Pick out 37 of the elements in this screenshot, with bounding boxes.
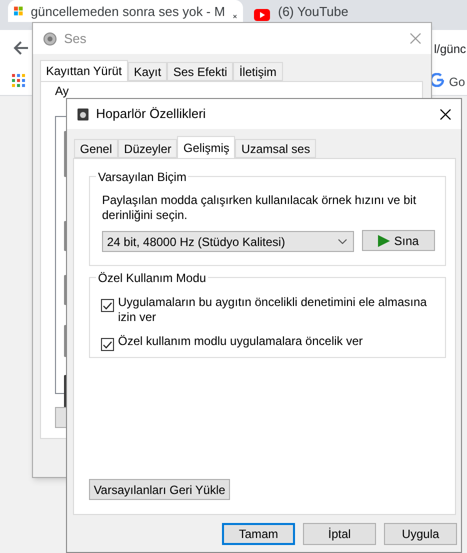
apps-grid-icon[interactable] <box>12 74 25 87</box>
chevron-down-icon <box>338 239 347 244</box>
window-title: Ses <box>64 30 86 48</box>
address-text[interactable]: l/günc <box>434 40 466 58</box>
dialog-button[interactable]: Uygula <box>384 523 457 545</box>
speaker-box-icon <box>77 108 89 120</box>
tab[interactable]: Kayıt <box>128 62 168 81</box>
tab[interactable]: İletişim <box>233 62 283 81</box>
description-text: Paylaşılan modda çalışırken kullanılacak örnek hızını ve bit derinliğini seçin. <box>102 193 418 223</box>
tab[interactable]: Uzamsal ses <box>235 139 316 158</box>
play-icon <box>378 234 390 246</box>
checkbox[interactable] <box>101 299 114 312</box>
dialog-button[interactable]: İptal <box>303 523 376 545</box>
tab[interactable]: Genel <box>74 139 118 158</box>
speaker-icon <box>43 32 57 46</box>
tab-title: (6) YouTube <box>278 2 348 21</box>
restore-defaults-button[interactable]: Varsayılanları Geri Yükle <box>89 479 230 500</box>
checkbox-label: Özel kullanım modlu uygulamalara öncelik ver <box>118 334 363 349</box>
bookmark-label[interactable]: Go <box>449 73 466 91</box>
play-icon <box>254 9 270 21</box>
google-g-icon <box>430 73 444 87</box>
checkbox-label: Uygulamaların bu aygıtın öncelikli denetimini ele almasına izin ver <box>118 295 428 325</box>
tab-title: güncellemeden sonra ses yok - M <box>30 2 226 21</box>
close-icon[interactable] <box>440 108 451 120</box>
checkbox[interactable] <box>101 338 114 351</box>
test-button[interactable]: Sına <box>362 230 435 251</box>
tab[interactable]: Kayıttan Yürüt <box>40 60 128 81</box>
back-arrow-icon[interactable] <box>13 40 29 56</box>
window-title: Hoparlör Özellikleri <box>96 105 206 124</box>
format-dropdown[interactable]: 24 bit, 48000 Hz (Stüdyo Kalitesi) <box>102 231 354 252</box>
instruction-text: Ay <box>55 84 69 98</box>
tab[interactable]: Düzeyler <box>118 139 178 158</box>
tab[interactable]: Gelişmiş <box>177 136 236 158</box>
close-icon[interactable] <box>233 12 237 21</box>
tab[interactable]: Ses Efekti <box>167 62 234 81</box>
browser-tab[interactable]: güncellemeden sonra ses yok - M <box>8 0 243 22</box>
dialog-button[interactable]: Tamam <box>222 523 295 545</box>
